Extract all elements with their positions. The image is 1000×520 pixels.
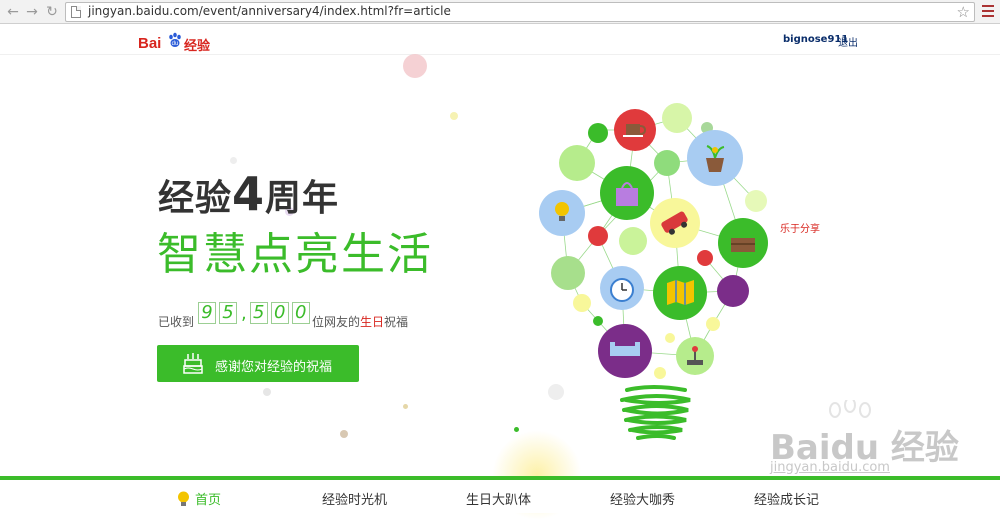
bless-button[interactable]: 感谢您对经验的祝福 xyxy=(157,345,359,382)
decor-dot xyxy=(403,54,427,78)
bulb-base-icon xyxy=(620,385,691,440)
nav-item-birthday-party[interactable]: 生日大趴体 xyxy=(466,489,531,508)
cake-icon xyxy=(183,353,203,374)
counter-digit: 0 xyxy=(270,302,289,324)
forward-icon[interactable]: → xyxy=(22,2,42,22)
svg-text:du: du xyxy=(172,41,179,47)
reload-icon[interactable]: ↻ xyxy=(42,2,62,22)
counter-digit: 0 xyxy=(291,302,310,324)
joystick-icon xyxy=(676,337,714,375)
counter-suffix-a: 位网友的 xyxy=(312,315,361,329)
lightbulb-icon xyxy=(539,190,585,236)
shopping-bag-icon xyxy=(600,166,654,220)
counter-digit: 5 xyxy=(249,302,268,324)
nav-item-label: 首页 xyxy=(195,493,222,508)
title-number: 4 xyxy=(232,167,266,221)
url-text[interactable]: jingyan.baidu.com/event/anniversary4/ind… xyxy=(88,4,451,18)
plant-pot-icon xyxy=(687,130,743,186)
bookmark-star-icon[interactable]: ☆ xyxy=(957,3,970,21)
counter-prefix: 已收到 xyxy=(158,315,195,329)
decor-dot xyxy=(263,388,271,396)
lightbulb-illustration xyxy=(539,103,768,440)
lightbulb-icon xyxy=(178,491,189,506)
counter-suffix-highlight: 生日 xyxy=(360,315,385,329)
counter-digit: 5 xyxy=(219,302,237,324)
back-icon[interactable]: ← xyxy=(3,2,23,22)
nav-item-home[interactable]: 首页 xyxy=(177,489,221,508)
logo-jingyan-text: 经验 xyxy=(184,39,211,54)
title-part-a: 经验 xyxy=(158,178,233,219)
treasure-chest-icon xyxy=(718,218,768,268)
paw-icon: du xyxy=(169,32,181,47)
bless-button-label: 感谢您对经验的祝福 xyxy=(215,360,333,375)
map-icon xyxy=(653,266,707,320)
nav-item-growth-story[interactable]: 经验成长记 xyxy=(754,489,819,508)
nav-item-time-machine[interactable]: 经验时光机 xyxy=(322,489,387,508)
sofa-icon xyxy=(598,324,652,378)
bottom-nav: 首页 经验时光机 生日大趴体 经验大咖秀 经验成长记 xyxy=(0,480,1000,513)
address-bar[interactable]: jingyan.baidu.com/event/anniversary4/ind… xyxy=(65,2,975,22)
share-label: 乐于分享 xyxy=(780,224,820,235)
decor-dot xyxy=(403,404,408,409)
page-icon xyxy=(71,6,81,18)
nav-item-expert-show[interactable]: 经验大咖秀 xyxy=(610,489,675,508)
counter-suffix-b: 祝福 xyxy=(384,315,409,329)
decor-dot xyxy=(514,427,519,432)
logout-link[interactable]: 退出 xyxy=(838,34,858,49)
decor-dot xyxy=(340,430,348,438)
decor-dot xyxy=(450,112,458,120)
car-icon xyxy=(650,198,700,248)
site-header: Bai du 经验 bignose911 退出 xyxy=(0,25,1000,55)
page-title: 经验4周年 xyxy=(158,167,339,221)
page-subtitle: 智慧点亮生活 xyxy=(157,229,433,280)
counter-digit: 9 xyxy=(198,302,216,324)
menu-icon[interactable] xyxy=(982,5,994,18)
decor-dot xyxy=(230,157,237,164)
coffee-cup-icon xyxy=(614,109,656,151)
title-part-b: 周年 xyxy=(265,178,340,219)
counter-digits: 9 5 , 5 0 0 xyxy=(198,302,313,324)
watermark-url: jingyan.baidu.com xyxy=(770,460,890,475)
logo-bai-text: Bai xyxy=(138,35,162,52)
browser-toolbar: ← → ↻ jingyan.baidu.com/event/anniversar… xyxy=(0,0,1000,24)
counter-suffix: 位网友的生日祝福 xyxy=(312,313,408,330)
alarm-clock-icon xyxy=(600,266,644,310)
counter-comma: , xyxy=(241,303,247,324)
